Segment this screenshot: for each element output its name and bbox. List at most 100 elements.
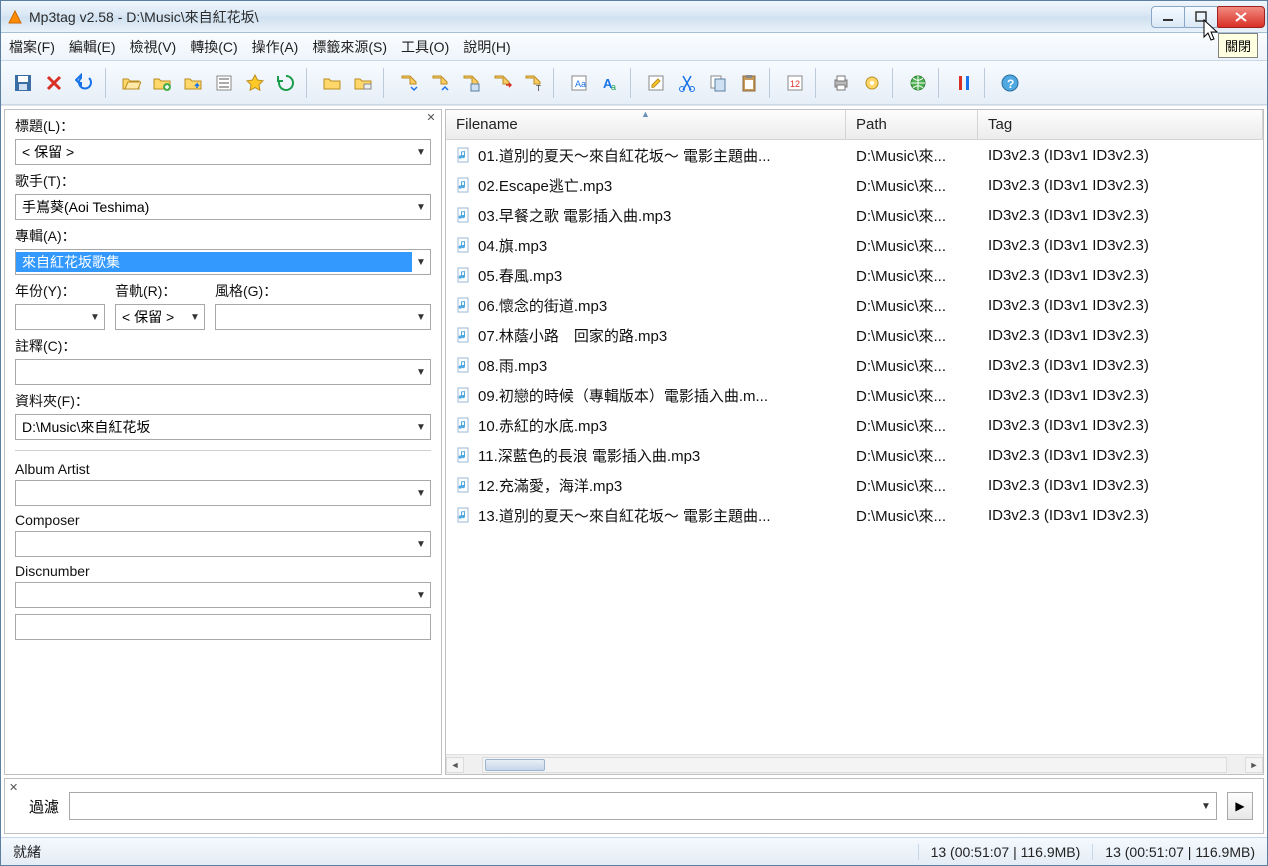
table-row[interactable]: 11.深藍色的長浪 電影插入曲.mp3D:\Music\來...ID3v2.3 …	[446, 440, 1263, 470]
menu-tools[interactable]: 工具(O)	[401, 37, 449, 57]
title-input[interactable]: < 保留 >▼	[15, 139, 431, 165]
scroll-left-icon[interactable]: ◄	[446, 757, 464, 773]
table-row[interactable]: 02.Escape逃亡.mp3D:\Music\來...ID3v2.3 (ID3…	[446, 170, 1263, 200]
cell-tag: ID3v2.3 (ID3v1 ID3v2.3)	[978, 237, 1263, 254]
print-icon[interactable]	[827, 69, 855, 97]
tag-to-file-icon[interactable]	[395, 69, 423, 97]
chevron-down-icon[interactable]: ▼	[412, 257, 430, 268]
horizontal-scrollbar[interactable]: ◄ ►	[446, 754, 1263, 774]
extra-input[interactable]	[15, 614, 431, 640]
column-path[interactable]: Path	[846, 110, 978, 139]
file-to-tag-icon[interactable]	[426, 69, 454, 97]
undo-icon[interactable]	[71, 69, 99, 97]
refresh-icon[interactable]	[272, 69, 300, 97]
menu-file[interactable]: 檔案(F)	[9, 37, 55, 57]
menu-edit[interactable]: 編輯(E)	[69, 37, 116, 57]
scroll-right-icon[interactable]: ►	[1245, 757, 1263, 773]
autonumber-icon[interactable]: 12	[781, 69, 809, 97]
minimize-button[interactable]	[1151, 6, 1185, 28]
table-row[interactable]: 08.雨.mp3D:\Music\來...ID3v2.3 (ID3v1 ID3v…	[446, 350, 1263, 380]
album-artist-input[interactable]: ▼	[15, 480, 431, 506]
chevron-down-icon[interactable]: ▼	[186, 312, 204, 323]
filter-input[interactable]: ▼	[69, 792, 1217, 820]
help-icon[interactable]: ?	[996, 69, 1024, 97]
tag-text-icon[interactable]: T	[519, 69, 547, 97]
genre-input[interactable]: ▼	[215, 304, 431, 330]
edit-icon[interactable]	[642, 69, 670, 97]
table-row[interactable]: 12.充滿愛，海洋.mp3D:\Music\來...ID3v2.3 (ID3v1…	[446, 470, 1263, 500]
chevron-down-icon[interactable]: ▼	[412, 367, 430, 378]
chevron-down-icon[interactable]: ▼	[412, 590, 430, 601]
folder-add-icon[interactable]	[148, 69, 176, 97]
paste-icon[interactable]	[735, 69, 763, 97]
table-row[interactable]: 09.初戀的時候（專輯版本）電影插入曲.m...D:\Music\來...ID3…	[446, 380, 1263, 410]
cut-icon[interactable]	[673, 69, 701, 97]
table-row[interactable]: 13.道別的夏天～來自紅花坂～ 電影主題曲...D:\Music\來...ID3…	[446, 500, 1263, 530]
menu-tagsources[interactable]: 標籤來源(S)	[312, 37, 387, 57]
chevron-down-icon[interactable]: ▼	[412, 312, 430, 323]
music-file-icon	[456, 447, 472, 463]
scroll-thumb[interactable]	[485, 759, 545, 771]
chevron-down-icon[interactable]: ▼	[412, 539, 430, 550]
table-row[interactable]: 03.早餐之歌 電影插入曲.mp3D:\Music\來...ID3v2.3 (I…	[446, 200, 1263, 230]
tag-export-icon[interactable]	[488, 69, 516, 97]
table-row[interactable]: 05.春風.mp3D:\Music\來...ID3v2.3 (ID3v1 ID3…	[446, 260, 1263, 290]
cell-filename: 10.赤紅的水底.mp3	[446, 415, 846, 436]
chevron-down-icon[interactable]: ▼	[1196, 801, 1216, 812]
column-filename[interactable]: ▲Filename	[446, 110, 846, 139]
filter-close-icon[interactable]: ✕	[9, 781, 18, 794]
table-row[interactable]: 06.懷念的街道.mp3D:\Music\來...ID3v2.3 (ID3v1 …	[446, 290, 1263, 320]
composer-input[interactable]: ▼	[15, 531, 431, 557]
table-row[interactable]: 01.道別的夏天～來自紅花坂～ 電影主題曲...D:\Music\來...ID3…	[446, 140, 1263, 170]
artist-input[interactable]: 手嶌葵(Aoi Teshima)▼	[15, 194, 431, 220]
cell-filename: 01.道別的夏天～來自紅花坂～ 電影主題曲...	[446, 145, 846, 166]
playlist-icon[interactable]	[210, 69, 238, 97]
favorite-icon[interactable]	[241, 69, 269, 97]
menu-view[interactable]: 檢視(V)	[130, 37, 177, 57]
chevron-down-icon[interactable]: ▼	[86, 312, 104, 323]
chevron-down-icon[interactable]: ▼	[412, 488, 430, 499]
chevron-down-icon[interactable]: ▼	[412, 202, 430, 213]
cell-filename: 06.懷念的街道.mp3	[446, 295, 846, 316]
cell-path: D:\Music\來...	[846, 205, 978, 226]
comment-input[interactable]: ▼	[15, 359, 431, 385]
year-input[interactable]: ▼	[15, 304, 105, 330]
titlebar[interactable]: Mp3tag v2.58 - D:\Music\來自紅花坂\	[1, 1, 1267, 33]
maximize-button[interactable]	[1184, 6, 1218, 28]
cell-path: D:\Music\來...	[846, 355, 978, 376]
tools-icon[interactable]	[950, 69, 978, 97]
folder-input[interactable]: D:\Music\來自紅花坂▼	[15, 414, 431, 440]
menu-convert[interactable]: 轉換(C)	[190, 37, 237, 57]
list-body[interactable]: 01.道別的夏天～來自紅花坂～ 電影主題曲...D:\Music\來...ID3…	[446, 140, 1263, 754]
close-button[interactable]	[1217, 6, 1265, 28]
copy-icon[interactable]	[704, 69, 732, 97]
table-row[interactable]: 07.林蔭小路 回家的路.mp3D:\Music\來...ID3v2.3 (ID…	[446, 320, 1263, 350]
folder-config-icon[interactable]	[349, 69, 377, 97]
cell-filename: 03.早餐之歌 電影插入曲.mp3	[446, 205, 846, 226]
svg-text:12: 12	[790, 79, 800, 89]
scroll-track[interactable]	[482, 757, 1227, 773]
actions-quick-icon[interactable]: Aa	[565, 69, 593, 97]
menu-help[interactable]: 說明(H)	[463, 37, 510, 57]
column-tag[interactable]: Tag	[978, 110, 1263, 139]
discnumber-input[interactable]: ▼	[15, 582, 431, 608]
chevron-down-icon[interactable]: ▼	[412, 147, 430, 158]
panel-close-icon[interactable]: ✕	[423, 112, 439, 126]
menu-actions[interactable]: 操作(A)	[252, 37, 299, 57]
table-row[interactable]: 04.旗.mp3D:\Music\來...ID3v2.3 (ID3v1 ID3v…	[446, 230, 1263, 260]
table-row[interactable]: 10.赤紅的水底.mp3D:\Music\來...ID3v2.3 (ID3v1 …	[446, 410, 1263, 440]
filter-go-button[interactable]: ▶	[1227, 792, 1253, 820]
cell-tag: ID3v2.3 (ID3v1 ID3v2.3)	[978, 417, 1263, 434]
delete-icon[interactable]	[40, 69, 68, 97]
web-icon[interactable]	[904, 69, 932, 97]
album-input[interactable]: 來自紅花坂歌集▼	[15, 249, 431, 275]
chevron-down-icon[interactable]: ▼	[412, 422, 430, 433]
settings-icon[interactable]	[858, 69, 886, 97]
folder-up-icon[interactable]	[179, 69, 207, 97]
folder-yellow-icon[interactable]	[318, 69, 346, 97]
save-icon[interactable]	[9, 69, 37, 97]
folder-open-icon[interactable]	[117, 69, 145, 97]
tag-copy-icon[interactable]	[457, 69, 485, 97]
actions-menu-icon[interactable]: Aa	[596, 69, 624, 97]
track-input[interactable]: < 保留 >▼	[115, 304, 205, 330]
